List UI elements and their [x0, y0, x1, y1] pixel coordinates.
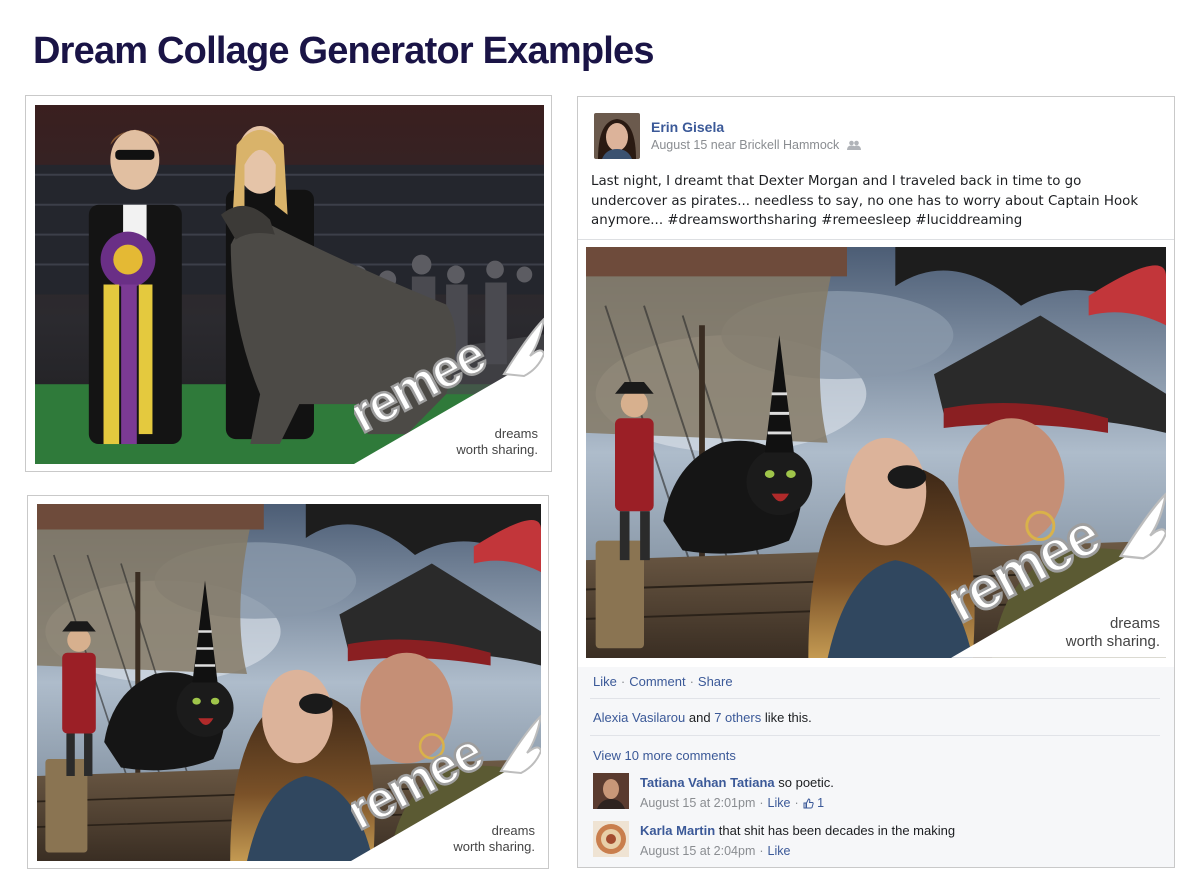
- comment-time[interactable]: August 15 at 2:01pm: [640, 796, 755, 810]
- post-footer: Like · Comment · Share Alexia Vasilarou and …: [578, 667, 1174, 867]
- remee-tagline: dreams worth sharing.: [453, 822, 535, 854]
- comment-button[interactable]: Comment: [629, 674, 685, 689]
- commenter-avatar[interactable]: [593, 821, 629, 857]
- collage-image-dog-show: dreams worth sharing.: [35, 105, 544, 464]
- comment-like-link[interactable]: Like: [768, 844, 791, 858]
- collage-image-pirate: dreams worth sharing.: [37, 504, 541, 861]
- post-image-pirate-collage[interactable]: dreams worth sharing.: [586, 247, 1166, 658]
- likes-summary: Alexia Vasilarou and 7 others like this.: [593, 710, 812, 725]
- post-meta-text: August 15 near Brickell Hammock: [651, 138, 840, 152]
- comment-body: Tatiana Vahan Tatiana so poetic. August …: [640, 773, 834, 815]
- comment-author-link[interactable]: Tatiana Vahan Tatiana: [640, 775, 775, 790]
- remee-watermark: dreams worth sharing.: [351, 711, 541, 861]
- post-actions: Like · Comment · Share: [593, 674, 733, 689]
- author-avatar[interactable]: [594, 113, 640, 159]
- comment-item: Tatiana Vahan Tatiana so poetic. August …: [593, 773, 1153, 813]
- remee-tagline: dreams worth sharing.: [1065, 614, 1160, 651]
- post-text: Last night, I dreamt that Dexter Morgan …: [591, 174, 1139, 228]
- share-button[interactable]: Share: [698, 674, 733, 689]
- view-more-comments-link[interactable]: View 10 more comments: [593, 748, 736, 763]
- comment-author-link[interactable]: Karla Martin: [640, 823, 715, 838]
- remee-tagline: dreams worth sharing.: [456, 425, 538, 457]
- remee-watermark: dreams worth sharing.: [354, 314, 544, 464]
- commenter-avatar[interactable]: [593, 773, 629, 809]
- collage-pirate: dreams worth sharing.: [27, 495, 549, 869]
- divider: [590, 698, 1160, 699]
- author-name-link[interactable]: Erin Gisela: [651, 119, 724, 135]
- comment-text: so poetic.: [778, 775, 834, 790]
- liker-name-link[interactable]: Alexia Vasilarou: [593, 710, 685, 725]
- comment-like-link[interactable]: Like: [768, 796, 791, 810]
- page-title: Dream Collage Generator Examples: [33, 30, 654, 72]
- friends-audience-icon[interactable]: [846, 139, 861, 153]
- divider: [590, 735, 1160, 736]
- comment-time[interactable]: August 15 at 2:04pm: [640, 844, 755, 858]
- post-meta: August 15 near Brickell Hammock: [651, 138, 861, 153]
- thumbs-up-icon: [803, 795, 814, 815]
- comment-text: that shit has been decades in the making: [718, 823, 956, 838]
- comment-body: Karla Martin that shit has been decades …: [640, 823, 956, 858]
- comment-item: Karla Martin that shit has been decades …: [593, 821, 1153, 861]
- others-like-link[interactable]: 7 others: [714, 710, 761, 725]
- remee-watermark: dreams worth sharing.: [951, 488, 1166, 658]
- post-header: Erin Gisela August 15 near Brickell Hamm…: [578, 97, 1174, 240]
- comment-like-count[interactable]: 1: [817, 796, 824, 810]
- collage-dog-show: dreams worth sharing.: [25, 95, 552, 472]
- facebook-post: Erin Gisela August 15 near Brickell Hamm…: [577, 96, 1175, 868]
- like-button[interactable]: Like: [593, 674, 617, 689]
